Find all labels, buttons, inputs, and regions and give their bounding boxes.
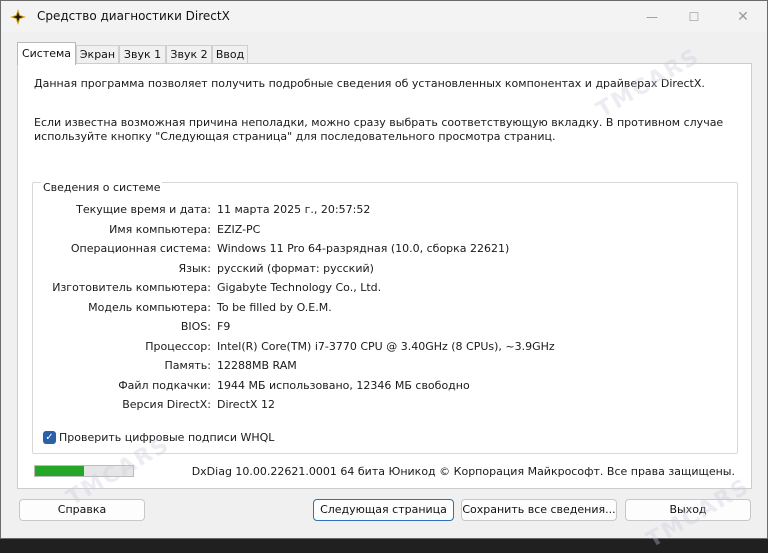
title-bar[interactable]: Средство диагностики DirectX — ☐ ✕ [1, 1, 767, 32]
tab-display[interactable]: Экран [76, 45, 119, 64]
info-label: Язык: [178, 261, 211, 275]
progress-fill [35, 466, 84, 476]
minimize-button[interactable]: — [629, 1, 675, 32]
info-row-language: Язык: русский (формат: русский) [33, 262, 733, 278]
info-value: DirectX 12 [217, 398, 275, 411]
info-value: 1944 МБ использовано, 12346 МБ свободно [217, 378, 470, 392]
info-value: Intel(R) Core(TM) i7-3770 CPU @ 3.40GHz … [217, 339, 555, 353]
info-value: русский (формат: русский) [217, 261, 374, 275]
directx-icon [10, 9, 26, 25]
info-value: Gigabyte Technology Co., Ltd. [217, 281, 382, 294]
system-tab-panel: Данная программа позволяет получить подр… [17, 63, 752, 489]
info-label: Файл подкачки: [118, 378, 211, 392]
info-value: 11 марта 2025 г., 20:57:52 [217, 203, 371, 216]
info-label: BIOS: [180, 320, 211, 333]
maximize-button[interactable]: ☐ [671, 1, 717, 32]
progress-bar [34, 465, 134, 477]
info-row-directx-version: Версия DirectX: DirectX 12 [33, 398, 733, 414]
tab-sound-1[interactable]: Звук 1 [119, 45, 166, 64]
info-value: Windows 11 Pro 64-разрядная (10.0, сборк… [217, 242, 510, 255]
info-row-manufacturer: Изготовитель компьютера: Gigabyte Techno… [33, 281, 733, 297]
whql-check-label[interactable]: Проверить цифровые подписи WHQL [59, 431, 274, 444]
info-label: Версия DirectX: [122, 398, 211, 411]
info-row-datetime: Текущие время и дата: 11 марта 2025 г., … [33, 203, 733, 219]
info-label: Имя компьютера: [109, 222, 211, 236]
info-row-processor: Процессор: Intel(R) Core(TM) i7-3770 CPU… [33, 340, 733, 356]
help-button[interactable]: Справка [19, 499, 145, 521]
system-info-title: Сведения о системе [41, 181, 163, 194]
info-label: Текущие время и дата: [76, 203, 211, 216]
info-value: EZIZ-PC [217, 222, 261, 236]
info-value: 12288MB RAM [217, 359, 297, 372]
info-row-model: Модель компьютера: To be filled by O.E.M… [33, 301, 733, 317]
intro-hint-text: Если известна возможная причина неполадк… [34, 116, 724, 143]
system-info-group: Сведения о системе Текущие время и дата:… [32, 181, 738, 454]
info-row-os: Операционная система: Windows 11 Pro 64-… [33, 242, 733, 258]
copyright-text: DxDiag 10.00.22621.0001 64 бита Юникод ©… [191, 465, 735, 478]
info-row-pagefile: Файл подкачки: 1944 МБ использовано, 123… [33, 379, 733, 395]
tab-sound-2[interactable]: Звук 2 [166, 45, 212, 64]
info-label: Процессор: [145, 339, 211, 353]
close-button[interactable]: ✕ [720, 1, 766, 32]
save-all-info-button[interactable]: Сохранить все сведения... [461, 499, 617, 521]
info-label: Модель компьютера: [88, 300, 211, 314]
info-row-memory: Память: 12288MB RAM [33, 359, 733, 375]
tab-system[interactable]: Система [17, 42, 76, 65]
info-value: F9 [217, 320, 231, 333]
info-row-computer-name: Имя компьютера: EZIZ-PC [33, 223, 733, 239]
window-title: Средство диагностики DirectX [37, 9, 230, 23]
dxdiag-window: Средство диагностики DirectX — ☐ ✕ Систе… [0, 0, 768, 553]
next-page-button[interactable]: Следующая страница [313, 499, 454, 521]
info-label: Память: [164, 359, 211, 372]
exit-button[interactable]: Выход [625, 499, 751, 521]
info-row-bios: BIOS: F9 [33, 320, 733, 336]
info-label: Операционная система: [70, 242, 211, 255]
info-value: To be filled by O.E.M. [217, 300, 332, 314]
intro-text: Данная программа позволяет получить подр… [34, 77, 705, 90]
whql-checkbox[interactable]: ✓ [43, 431, 56, 444]
tab-input[interactable]: Ввод [212, 45, 248, 64]
info-label: Изготовитель компьютера: [52, 281, 211, 294]
